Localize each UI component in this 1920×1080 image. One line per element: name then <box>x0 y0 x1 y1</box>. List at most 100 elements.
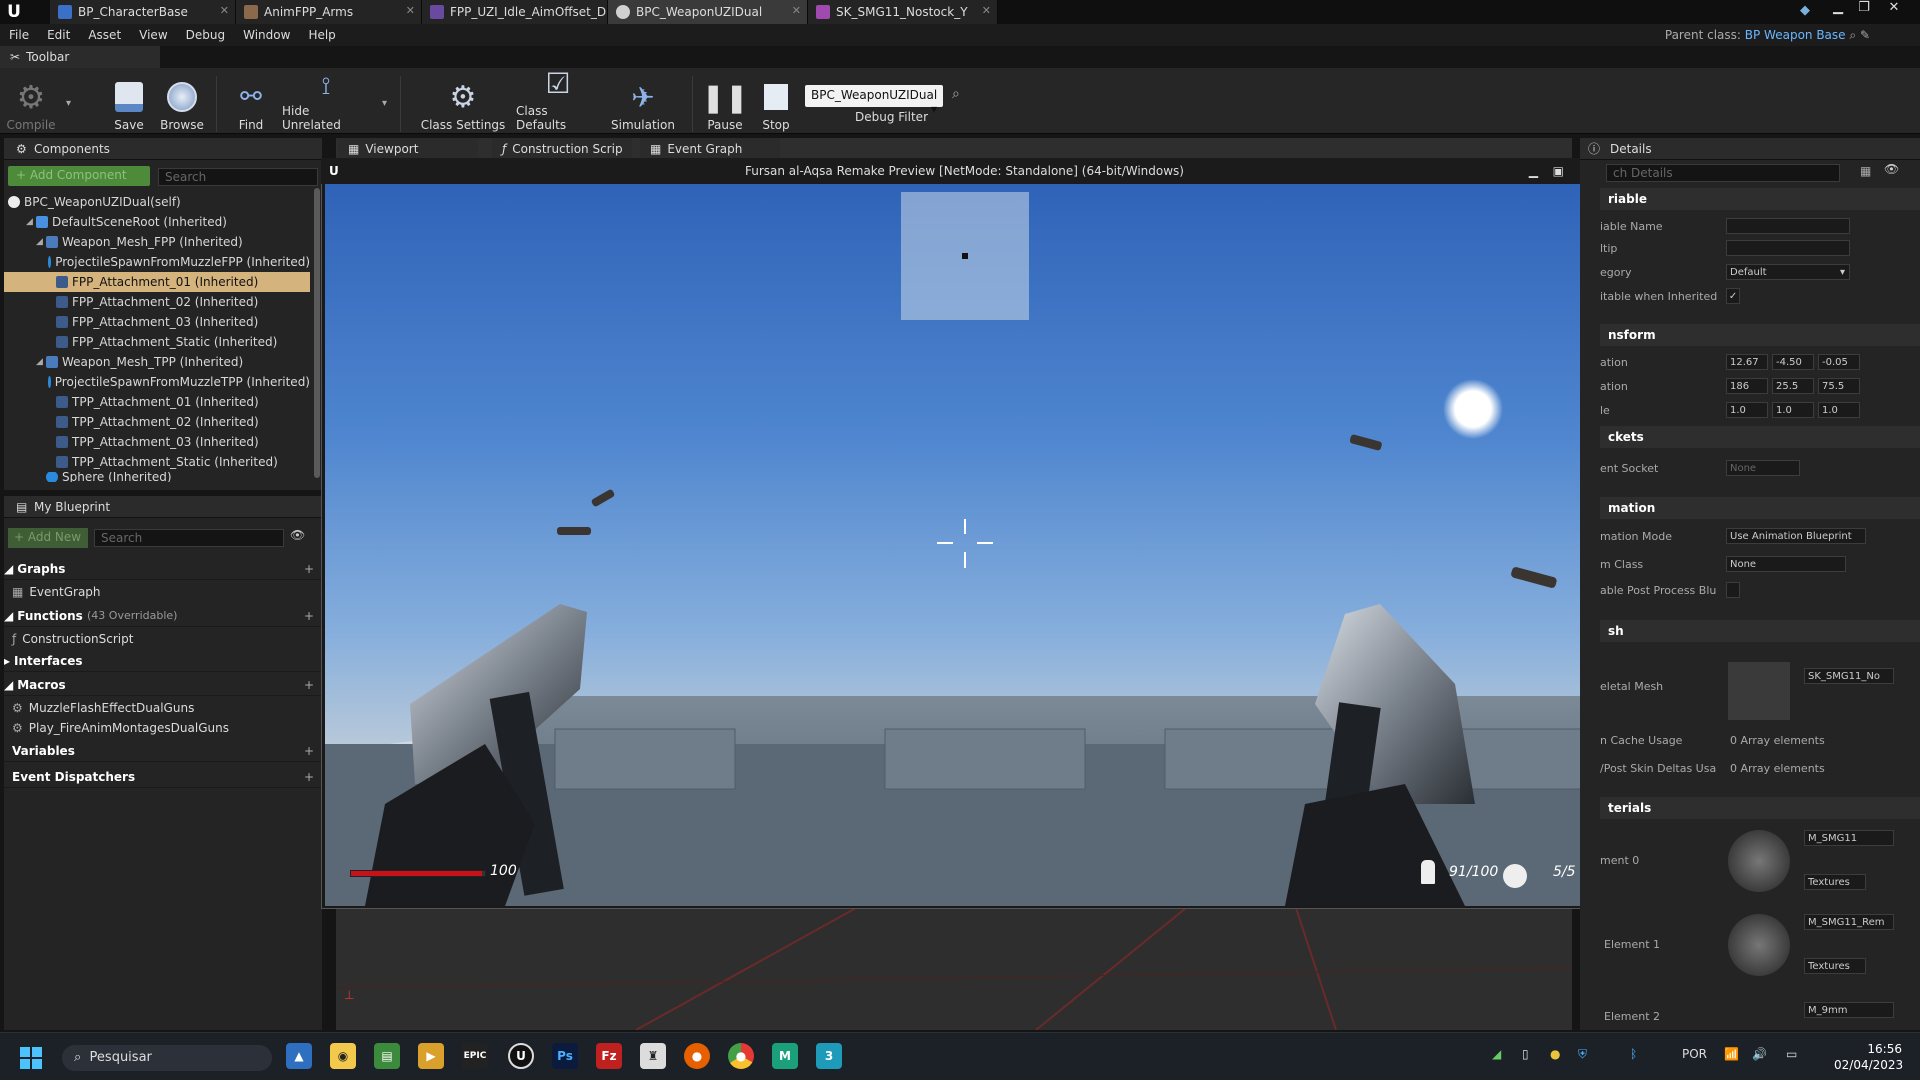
tooltip-field[interactable] <box>1726 240 1850 256</box>
minimize-button[interactable]: ▁ <box>1826 0 1850 18</box>
location-x[interactable]: 12.67 <box>1726 354 1768 370</box>
rotation-x[interactable]: 186 <box>1726 378 1768 394</box>
blueprint-search[interactable]: Search <box>94 529 284 547</box>
volume-icon[interactable]: 🔊 <box>1752 1047 1767 1061</box>
tree-item[interactable]: FPP_Attachment_01 (Inherited) <box>4 272 310 292</box>
section-variables[interactable]: Variables + <box>4 740 322 762</box>
debug-object-select[interactable]: BPC_WeaponUZIDual ▾ <box>805 85 943 116</box>
wifi-icon[interactable]: 📶 <box>1724 1047 1739 1061</box>
media-app-icon[interactable]: ▶ <box>418 1043 444 1069</box>
textures-button[interactable]: Textures <box>1804 874 1866 890</box>
expand-icon[interactable]: ◢ <box>26 217 36 227</box>
scale-x[interactable]: 1.0 <box>1726 402 1768 418</box>
tree-item[interactable]: TPP_Attachment_01 (Inherited) <box>4 392 310 412</box>
menu-view[interactable]: View <box>130 28 176 42</box>
notepad-app-icon[interactable]: ▤ <box>374 1043 400 1069</box>
parent-class-value[interactable]: BP Weapon Base <box>1745 28 1846 42</box>
tray-icon[interactable]: ● <box>1550 1047 1560 1061</box>
macro-item[interactable]: ⚙ MuzzleFlashEffectDualGuns <box>12 698 194 718</box>
tree-item[interactable]: TPP_Attachment_02 (Inherited) <box>4 412 310 432</box>
stop-button[interactable]: Stop <box>754 72 798 132</box>
language-indicator[interactable]: POR <box>1682 1047 1707 1061</box>
tab-bp-characterbase[interactable]: BP_CharacterBase ✕ <box>50 0 236 24</box>
expand-icon[interactable]: ◢ <box>36 357 46 367</box>
maximize-button[interactable]: ▣ <box>1553 158 1564 184</box>
photos-app-icon[interactable]: ▲ <box>286 1043 312 1069</box>
windows-start-icon[interactable] <box>20 1047 42 1069</box>
close-icon[interactable]: ✕ <box>406 4 415 17</box>
tree-item[interactable]: ProjectileSpawnFromMuzzleFPP (Inherited) <box>4 252 310 272</box>
tree-item[interactable]: TPP_Attachment_03 (Inherited) <box>4 432 310 452</box>
browse-button[interactable]: Browse <box>156 72 208 132</box>
clock-date[interactable]: 02/04/2023 <box>1834 1058 1903 1072</box>
defender-tray-icon[interactable]: ⛨ <box>1578 1047 1587 1062</box>
section-graphs[interactable]: ◢ Graphs + <box>4 558 322 580</box>
firefox-app-icon[interactable]: ● <box>684 1043 710 1069</box>
tab-construction-script[interactable]: ƒ Construction Scrip <box>492 138 632 160</box>
section-variable[interactable]: riable <box>1600 188 1920 210</box>
compile-button[interactable]: ⚙ Compile <box>6 72 56 132</box>
filezilla-app-icon[interactable]: Fz <box>596 1043 622 1069</box>
components-search[interactable]: Search <box>158 168 318 186</box>
item-eventgraph[interactable]: ▦ EventGraph <box>12 582 101 602</box>
close-icon[interactable]: ✕ <box>982 4 991 17</box>
rotation-y[interactable]: 25.5 <box>1772 378 1814 394</box>
usb-tray-icon[interactable]: ▯ <box>1522 1047 1529 1061</box>
tree-item[interactable]: FPP_Attachment_02 (Inherited) <box>4 292 310 312</box>
animation-mode-select[interactable]: Use Animation Blueprint <box>1726 528 1866 544</box>
tree-item[interactable]: ◢ DefaultSceneRoot (Inherited) <box>4 212 310 232</box>
location-y[interactable]: -4.50 <box>1772 354 1814 370</box>
edit-icon[interactable]: ✎ <box>1860 28 1870 42</box>
chrome-app-icon[interactable]: ● <box>728 1043 754 1069</box>
menu-asset[interactable]: Asset <box>79 28 130 42</box>
material-thumbnail[interactable] <box>1728 830 1790 892</box>
section-functions[interactable]: ◢ Functions (43 Overridable) + <box>4 605 322 627</box>
tree-item[interactable]: FPP_Attachment_Static (Inherited) <box>4 332 310 352</box>
section-sockets[interactable]: ckets <box>1600 426 1920 448</box>
tree-item[interactable]: ◢ Weapon_Mesh_TPP (Inherited) <box>4 352 310 372</box>
tree-item[interactable]: TPP_Attachment_Static (Inherited) <box>4 452 310 472</box>
close-icon[interactable]: ✕ <box>220 4 229 17</box>
material-select[interactable]: M_9mm <box>1804 1002 1894 1018</box>
grid-view-icon[interactable]: ▦ <box>1860 164 1871 178</box>
section-animation[interactable]: mation <box>1600 497 1920 519</box>
scale-z[interactable]: 1.0 <box>1818 402 1860 418</box>
taskbar-search[interactable]: ⌕ Pesquisar <box>62 1045 272 1071</box>
tree-item-self[interactable]: BPC_WeaponUZIDual(self) <box>8 192 314 212</box>
game-viewport[interactable]: 100 91/100 5/5 <box>325 184 1607 906</box>
menu-help[interactable]: Help <box>299 28 344 42</box>
skeletal-mesh-select[interactable]: SK_SMG11_No <box>1804 668 1894 684</box>
section-transform[interactable]: nsform <box>1600 324 1920 346</box>
close-icon[interactable]: ✕ <box>792 4 801 17</box>
unknown-app-icon[interactable]: ♜ <box>640 1043 666 1069</box>
category-select[interactable]: Default ▾ <box>1726 264 1850 280</box>
tab-fpp-uzi-idle[interactable]: FPP_UZI_Idle_AimOffset_D <box>422 0 608 24</box>
macro-item[interactable]: ⚙ Play_FireAnimMontagesDualGuns <box>12 718 229 738</box>
tree-item[interactable]: FPP_Attachment_03 (Inherited) <box>4 312 310 332</box>
pause-button[interactable]: ❚❚ Pause <box>702 72 749 133</box>
scale-y[interactable]: 1.0 <box>1772 402 1814 418</box>
section-mesh[interactable]: sh <box>1600 620 1920 642</box>
details-search[interactable]: ch Details <box>1606 164 1840 182</box>
unreal-logo-icon[interactable]: U <box>4 2 24 22</box>
find-button[interactable]: ⚯ Find <box>228 72 274 132</box>
compile-dropdown-icon[interactable]: ▾ <box>66 98 71 109</box>
battery-icon[interactable]: ▭ <box>1786 1047 1797 1061</box>
add-icon[interactable]: + <box>304 770 314 784</box>
material-thumbnail[interactable] <box>1728 914 1790 976</box>
expand-icon[interactable]: ◢ <box>36 237 46 247</box>
mesh-thumbnail[interactable] <box>1728 662 1790 720</box>
add-icon[interactable]: + <box>304 609 314 623</box>
add-icon[interactable]: + <box>304 678 314 692</box>
explorer-app-icon[interactable]: ◉ <box>330 1043 356 1069</box>
bluetooth-tray-icon[interactable]: ᛒ <box>1630 1047 1637 1061</box>
tree-item[interactable]: ◢ Weapon_Mesh_FPP (Inherited) <box>4 232 310 252</box>
menu-edit[interactable]: Edit <box>38 28 79 42</box>
tree-item[interactable]: ProjectileSpawnFromMuzzleTPP (Inherited) <box>4 372 310 392</box>
rotation-z[interactable]: 75.5 <box>1818 378 1860 394</box>
section-event-dispatchers[interactable]: Event Dispatchers + <box>4 766 322 788</box>
menu-file[interactable]: File <box>0 28 38 42</box>
add-icon[interactable]: + <box>304 562 314 576</box>
section-materials[interactable]: terials <box>1600 797 1920 819</box>
class-defaults-button[interactable]: ☑ Class Defaults <box>516 67 600 132</box>
